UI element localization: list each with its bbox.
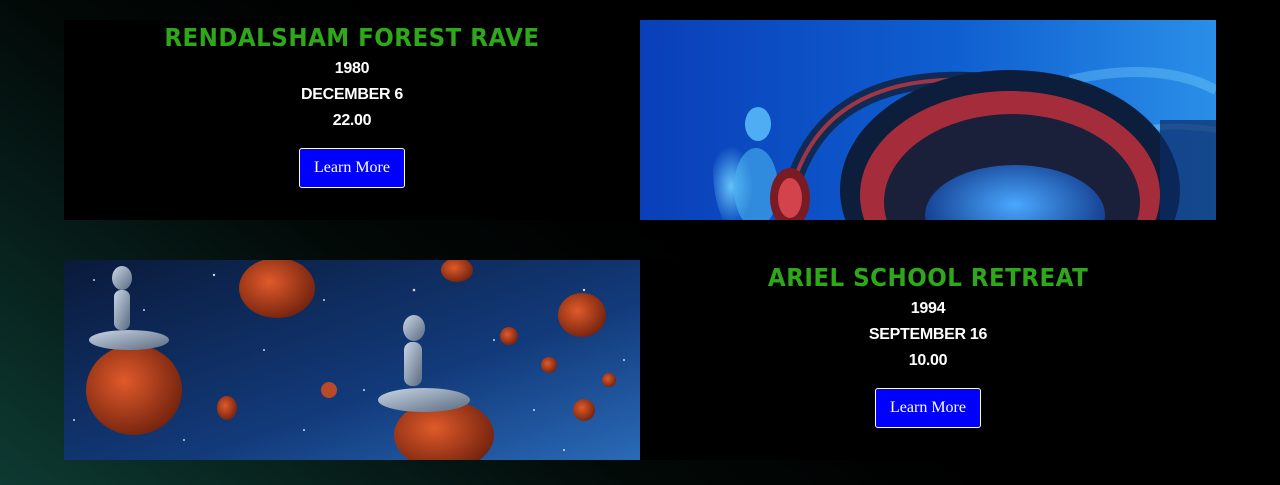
event-time: 10.00 [908,352,948,369]
event-time: 22.00 [332,112,372,129]
headphones-alien-image [640,20,1216,220]
event-year: 1980 [334,60,370,77]
event-card-ariel: ARIEL SCHOOL RETREAT 1994 SEPTEMBER 16 1… [640,260,1216,460]
event-title: ARIEL SCHOOL RETREAT [767,263,1089,292]
event-date: DECEMBER 6 [301,86,403,103]
event-date: SEPTEMBER 16 [868,326,988,343]
event-title: RENDALSHAM FOREST RAVE [164,23,540,52]
learn-more-button[interactable]: Learn More [299,148,405,188]
meditating-aliens-asteroids-image [64,260,640,460]
event-year: 1994 [910,300,946,317]
learn-more-button[interactable]: Learn More [875,388,981,428]
event-card-rendalsham: RENDALSHAM FOREST RAVE 1980 DECEMBER 6 2… [64,20,640,220]
